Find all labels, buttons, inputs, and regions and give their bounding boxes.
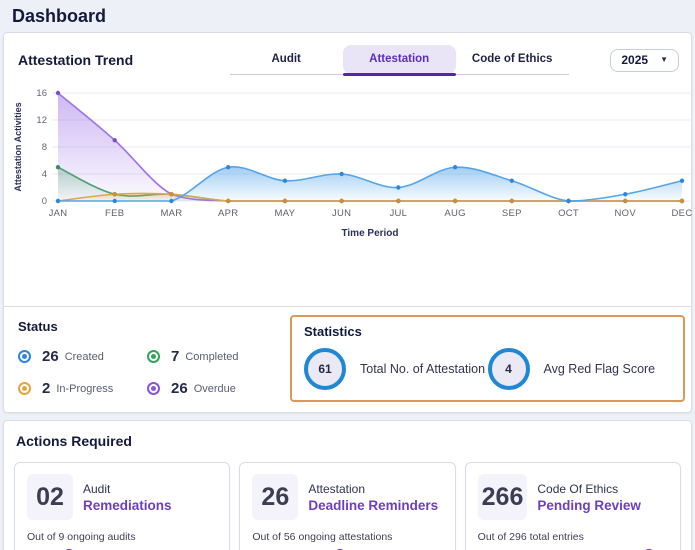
action-link[interactable]: Deadline Reminders [308,498,438,513]
stat-circle: 61 [304,348,346,390]
page-title: Dashboard [12,6,107,26]
status-item-completed: 7 Completed [147,348,276,365]
stat-avg-red-flag-score: 4 Avg Red Flag Score [487,348,672,390]
completed-status-icon [147,350,160,363]
svg-text:OCT: OCT [558,208,579,219]
chevron-down-icon: ▼ [660,55,668,64]
action-link[interactable]: Pending Review [537,498,641,513]
action-titles: Audit Remediations [83,482,172,513]
svg-text:MAR: MAR [160,208,182,219]
status-count: 26 [171,380,188,397]
trend-card-title: Attestation Trend [18,52,134,68]
stat-circle: 4 [487,348,530,390]
status-count: 7 [171,348,180,365]
svg-text:12: 12 [36,115,47,126]
overdue-status-icon [147,382,160,395]
action-count: 266 [477,474,528,520]
status-label: Overdue [193,382,236,395]
action-caption: Out of 9 ongoing audits [27,531,136,543]
status-title: Status [18,319,58,334]
status-count: 26 [42,348,59,365]
attestation-trend-chart: 0 4 8 12 16 JAN FEB MAR APR MAY JUN JUL AUG SEP OCT NOV… [4,75,693,246]
in-progress-status-icon [18,382,31,395]
svg-text:Time Period: Time Period [341,228,398,239]
trend-chart-svg: 0 4 8 12 16 JAN FEB MAR APR MAY JUN JUL AUG SEP OCT NOV… [13,88,693,239]
status-section: Status 26 Created 7 Completed 2 In-Progress 26… [18,315,276,402]
actions-required-title: Actions Required [16,433,132,449]
page-header: Dashboard [0,0,695,32]
action-card-header: 26 Attestation Deadline Reminders [252,474,442,520]
svg-text:16: 16 [36,88,47,99]
action-card-header: 266 Code Of Ethics Pending Review [477,474,668,520]
statistics-row: 61 Total No. of Attestation 4 Avg Red Flag … [304,348,671,390]
actions-required-card: Actions Required 02 Audit Remediations Out … [3,420,692,550]
stat-label: Total No. of Attestation [360,362,486,376]
svg-text:AUG: AUG [444,208,466,219]
action-card-header: 02 Audit Remediations [27,474,217,520]
attestation-trend-card: Attestation Trend Audit Attestation Code o… [3,32,692,413]
status-statistics-row: Status 26 Created 7 Completed 2 In-Progress 26… [4,307,691,412]
stat-total-no-of-attestation: 61 Total No. of Attestation [304,348,488,390]
action-card-remediations: 02 Audit Remediations Out of 9 ongoing audi… [14,462,231,550]
svg-text:MAY: MAY [275,208,296,219]
action-caption: Out of 296 total entries [477,531,584,543]
statistics-box: Statistics 61 Total No. of Attestation 4 Av… [290,315,685,402]
svg-text:0: 0 [42,196,47,207]
svg-text:JUN: JUN [332,208,351,219]
svg-text:JUL: JUL [389,208,407,219]
status-item-overdue: 26 Overdue [147,380,276,397]
status-label: In-Progress [56,382,114,395]
trend-card-header: Attestation Trend Audit Attestation Code o… [4,43,691,76]
action-titles: Code Of Ethics Pending Review [537,482,641,513]
status-item-in-progress: 2 In-Progress [18,380,147,397]
actions-row: 02 Audit Remediations Out of 9 ongoing audi… [14,462,681,550]
svg-text:JAN: JAN [49,208,68,219]
svg-text:Attestation Activities: Attestation Activities [13,102,23,191]
dashboard-page: Dashboard Attestation Trend Audit Attesta… [0,0,695,550]
action-category: Code Of Ethics [537,481,619,496]
status-label: Created [64,350,104,363]
svg-text:4: 4 [42,169,47,180]
statistics-title: Statistics [304,324,362,339]
year-select[interactable]: 2025 ▼ [610,48,679,72]
created-status-icon [18,350,31,363]
action-count: 02 [27,474,73,520]
tab-attestation[interactable]: Attestation [342,45,456,76]
status-item-created: 26 Created [18,348,147,365]
status-grid: 26 Created 7 Completed 2 In-Progress 26 Overdue [18,348,276,397]
action-category: Audit [83,481,111,496]
svg-text:8: 8 [42,142,47,153]
trend-tabs: Audit Attestation Code of Ethics [229,45,569,76]
status-count: 2 [42,380,51,397]
action-link[interactable]: Remediations [83,498,172,513]
action-card-pending-review: 266 Code Of Ethics Pending Review Out of 29… [464,462,681,550]
status-label: Completed [185,350,239,363]
year-select-value: 2025 [621,52,649,67]
tab-code-of-ethics[interactable]: Code of Ethics [456,45,569,74]
stat-label: Avg Red Flag Score [543,362,656,376]
action-titles: Attestation Deadline Reminders [308,482,438,513]
action-category: Attestation [308,481,366,496]
svg-text:DEC: DEC [672,208,693,219]
tab-audit[interactable]: Audit [230,45,343,74]
action-count: 26 [252,474,299,520]
svg-text:FEB: FEB [105,208,124,219]
svg-text:SEP: SEP [502,208,522,219]
action-caption: Out of 56 ongoing attestations [252,531,393,543]
action-card-deadline-reminders: 26 Attestation Deadline Reminders Out of 56… [239,462,456,550]
svg-text:APR: APR [218,208,238,219]
svg-text:NOV: NOV [615,208,637,219]
